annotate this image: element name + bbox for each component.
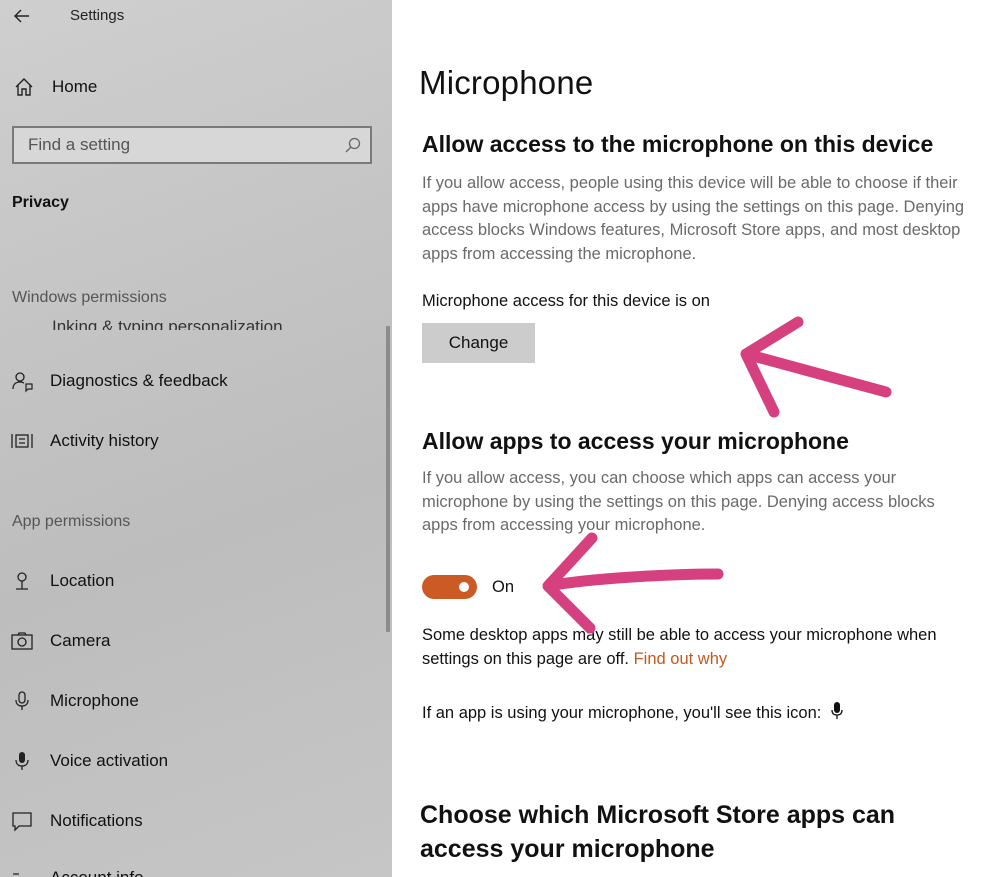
back-button[interactable] [10, 4, 34, 28]
camera-icon [10, 629, 34, 653]
search-icon[interactable] [344, 136, 362, 154]
microphone-icon [10, 689, 34, 713]
voice-activation-icon [10, 749, 34, 773]
annotation-arrow-change [740, 316, 892, 418]
sidebar-item-label: Microphone [50, 691, 139, 710]
sidebar-item-home[interactable]: Home [12, 74, 97, 100]
sidebar-item-label: Voice activation [50, 751, 169, 770]
category-heading: Privacy [12, 194, 69, 211]
device-access-heading: Allow access to the microphone on this d… [422, 131, 934, 157]
icon-note: If an app is using your microphone, you'… [422, 702, 844, 725]
account-info-icon [10, 866, 34, 877]
sidebar-item-label: Camera [50, 631, 111, 650]
sidebar-scrollbar[interactable] [386, 326, 390, 632]
app-title: Settings [70, 7, 125, 24]
sidebar-item-location[interactable]: Location [10, 567, 114, 595]
sidebar-item-label: Notifications [50, 811, 143, 830]
microphone-in-use-icon [831, 702, 844, 725]
app-access-description: If you allow access, you can choose whic… [422, 469, 935, 534]
sidebar-item-diagnostics[interactable]: Diagnostics & feedback [10, 367, 228, 395]
search-input[interactable] [14, 128, 324, 162]
device-access-status: Microphone access for this device is on [422, 292, 710, 310]
main-content: Microphone Allow access to the microphon… [392, 0, 984, 877]
toggle-state-label: On [492, 578, 515, 596]
back-arrow-icon [14, 9, 29, 23]
desktop-apps-note: Some desktop apps may still be able to a… [422, 623, 982, 671]
person-feedback-icon [10, 369, 34, 393]
annotation-arrow-toggle [542, 532, 724, 634]
icon-note-text: If an app is using your microphone, you'… [422, 703, 822, 722]
sidebar-item-voice-activation[interactable]: Voice activation [10, 747, 168, 775]
app-permissions-label: App permissions [12, 513, 131, 530]
change-button[interactable]: Change [422, 323, 535, 363]
sidebar-item-microphone[interactable]: Microphone [10, 687, 139, 715]
sidebar-item-label: Location [50, 571, 115, 590]
activity-history-icon [10, 429, 34, 453]
sidebar-item-activity-history[interactable]: Activity history [10, 427, 159, 455]
sidebar-item-notifications[interactable]: Notifications [10, 807, 143, 835]
home-icon [12, 75, 36, 99]
sidebar-item-camera[interactable]: Camera [10, 627, 110, 655]
sidebar-item-label: Diagnostics & feedback [50, 371, 228, 390]
app-access-toggle[interactable] [422, 575, 477, 599]
sidebar-item-label: Inking & typing personalization [52, 317, 283, 331]
find-out-why-link[interactable]: Find out why [634, 650, 728, 668]
notification-icon [10, 809, 34, 833]
toggle-knob [459, 582, 469, 592]
windows-permissions-label: Windows permissions [12, 289, 167, 306]
device-access-description: If you allow access, people using this d… [422, 174, 965, 263]
settings-sidebar: Settings Home Privacy Windows permission… [0, 0, 392, 877]
app-access-heading: Allow apps to access your microphone [422, 428, 849, 454]
sidebar-item-label: Home [52, 77, 98, 96]
sidebar-item-account-info[interactable]: Account info [10, 864, 144, 877]
sidebar-item-label: Activity history [50, 431, 159, 450]
inking-icon [12, 312, 36, 330]
page-title: Microphone [419, 64, 594, 101]
store-apps-heading: Choose which Microsoft Store apps can ac… [420, 801, 896, 863]
sidebar-item-inking-typing[interactable]: Inking & typing personalization [12, 312, 283, 331]
location-pin-icon [10, 569, 34, 593]
search-box[interactable] [12, 126, 372, 164]
sidebar-item-label: Account info [50, 868, 144, 877]
